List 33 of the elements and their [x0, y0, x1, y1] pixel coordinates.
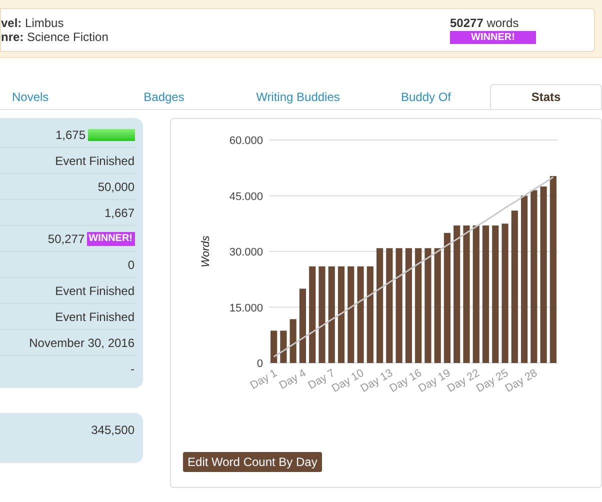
- y-tick-label: 0: [256, 358, 263, 370]
- tab[interactable]: Stats: [490, 84, 602, 109]
- word-count: 50277 words: [450, 16, 520, 30]
- stat-value: -: [130, 361, 135, 378]
- x-tick-label: Day 4: [276, 367, 308, 392]
- y-tick-label: 15.000: [228, 302, 263, 314]
- tab[interactable]: Buddy Of: [362, 84, 490, 109]
- stat-value: Event Finished: [55, 152, 135, 170]
- bar: [289, 319, 296, 363]
- tab[interactable]: Badges: [94, 84, 234, 109]
- edit-word-count-button[interactable]: Edit Word Count By Day: [182, 452, 322, 472]
- x-tick-label: Day 1: [248, 367, 279, 392]
- y-tick-label: 45.000: [228, 190, 263, 203]
- tab[interactable]: Novels: [0, 84, 94, 109]
- winner-badge: WINNER!: [450, 31, 536, 44]
- stat-value: 1,675: [55, 126, 86, 144]
- stat-value: November 30, 2016: [29, 334, 135, 352]
- y-tick-label: 60.000: [228, 135, 263, 147]
- y-tick-label: 30.000: [228, 246, 263, 258]
- stat-value: 0: [128, 256, 135, 274]
- stat-value: 1,667: [104, 204, 135, 222]
- winner-badge: WINNER!: [86, 232, 135, 246]
- stat-value: 345,500: [91, 422, 135, 439]
- stat-value: Event Finished: [55, 282, 135, 300]
- novel-field: vel: Limbus: [1, 16, 108, 30]
- bar: [270, 330, 277, 363]
- stat-value: 50,277: [48, 230, 85, 248]
- tab[interactable]: Writing Buddies: [234, 84, 362, 109]
- stat-value: 50,000: [98, 178, 135, 196]
- novel-field: nre: Science Fiction: [1, 30, 108, 44]
- stat-value: Event Finished: [55, 308, 135, 326]
- y-axis-label: Words: [200, 236, 212, 268]
- bar: [280, 330, 286, 363]
